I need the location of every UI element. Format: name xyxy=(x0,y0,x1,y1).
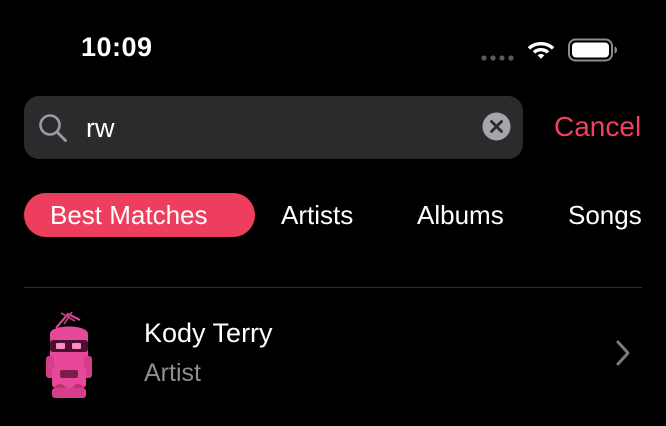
tab-songs[interactable]: Songs xyxy=(568,193,642,237)
tab-artists[interactable]: Artists xyxy=(281,193,353,237)
artist-avatar xyxy=(46,311,92,398)
cancel-button[interactable]: Cancel xyxy=(554,108,641,146)
search-icon xyxy=(39,114,67,142)
battery-icon xyxy=(568,38,617,62)
tab-best-matches[interactable]: Best Matches xyxy=(24,193,255,237)
status-time: 10:09 xyxy=(81,32,153,62)
clear-search-icon[interactable] xyxy=(482,112,511,141)
tab-albums[interactable]: Albums xyxy=(417,193,504,237)
result-title: Kody Terry xyxy=(144,318,273,348)
status-bar: 10:09 xyxy=(0,0,666,90)
search-input[interactable]: rw xyxy=(86,110,115,146)
cellular-signal-icon xyxy=(481,55,514,61)
result-subtitle: Artist xyxy=(144,359,201,387)
wifi-icon xyxy=(527,42,555,59)
chevron-right-icon xyxy=(616,340,630,366)
